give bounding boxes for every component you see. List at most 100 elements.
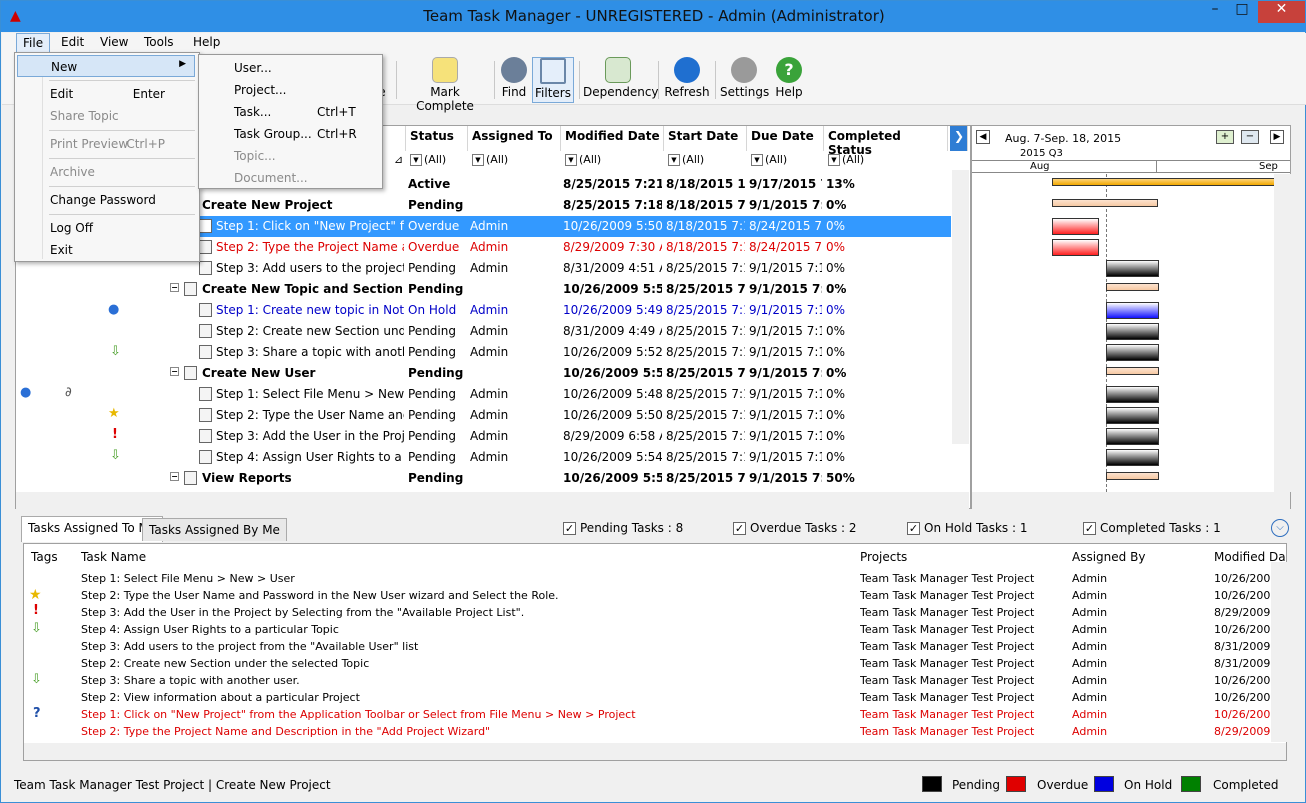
grid-header-start-date[interactable]: Start Date: [664, 126, 747, 151]
completed-tasks-check[interactable]: ✓ Completed Tasks : 1: [1083, 521, 1221, 535]
status-filter[interactable]: ▼ (All): [408, 153, 446, 171]
menu-exit[interactable]: Exit: [37, 239, 195, 261]
grid-header-status[interactable]: Status: [406, 126, 468, 151]
modified-filter[interactable]: ▼ (All): [563, 153, 601, 171]
zoom-in-icon[interactable]: +: [1216, 130, 1234, 144]
submenu-task[interactable]: Task... Ctrl+T: [234, 105, 378, 127]
gantt-vertical-scrollbar[interactable]: [1274, 174, 1291, 492]
table-row[interactable]: − View Reports Pending 10/26/2009 5:53 8/25/…: [16, 468, 951, 489]
gantt-bar[interactable]: [1106, 344, 1159, 361]
list-vertical-scrollbar[interactable]: [1271, 562, 1288, 742]
gantt-bar[interactable]: [1106, 472, 1159, 480]
grid-header-completed-status[interactable]: Completed Status: [824, 126, 948, 157]
grid-header-assigned-to[interactable]: Assigned To: [468, 126, 561, 151]
refresh-button[interactable]: Refresh: [664, 57, 710, 103]
list-item[interactable]: Step 1: Click on "New Project" from the …: [24, 706, 1272, 723]
name-filter-icon[interactable]: ⊿: [392, 153, 403, 171]
table-row[interactable]: Step 4: Assign User Rights to a particu P…: [16, 447, 951, 468]
binoculars-icon: [501, 57, 527, 83]
completed-filter[interactable]: ▼ (All): [826, 153, 864, 171]
list-header-task-name[interactable]: Task Name: [81, 550, 146, 564]
list-item[interactable]: Step 2: Create new Section under the sel…: [24, 655, 1272, 672]
gantt-bar[interactable]: [1052, 178, 1280, 186]
table-row[interactable]: − Create New Topic and Section Pending 10/2…: [16, 279, 951, 300]
menu-change-password[interactable]: Change Password: [37, 189, 195, 211]
table-row[interactable]: Step 1: Select File Menu > New > Use Pend…: [16, 384, 951, 405]
gantt-bar[interactable]: [1106, 449, 1159, 466]
table-row[interactable]: Step 2: Type the User Name and Pass Pendi…: [16, 405, 951, 426]
gantt-bar[interactable]: [1052, 218, 1099, 235]
list-item[interactable]: Step 3: Add the User in the Project by S…: [24, 604, 1272, 621]
help-button[interactable]: ? Help: [772, 57, 806, 103]
collapse-toggle-icon[interactable]: −: [170, 472, 179, 481]
collapse-toggle-icon[interactable]: −: [170, 283, 179, 292]
gantt-bar[interactable]: [1106, 323, 1159, 340]
dependency-button[interactable]: Dependency: [583, 57, 659, 103]
assigned-tasks-list[interactable]: Tags Task Name Projects Assigned By Modi…: [23, 543, 1288, 761]
due-filter[interactable]: ▼ (All): [749, 153, 787, 171]
list-item[interactable]: Step 2: Type the User Name and Password …: [24, 587, 1272, 604]
minimize-button[interactable]: –: [1200, 1, 1230, 23]
tab-assigned-by-me[interactable]: Tasks Assigned By Me: [142, 518, 287, 541]
start-filter[interactable]: ▼ (All): [666, 153, 704, 171]
gantt-bar[interactable]: [1106, 260, 1159, 277]
menu-help[interactable]: Help: [187, 35, 226, 49]
menu-tools[interactable]: Tools: [138, 35, 180, 49]
grid-vertical-scrollbar[interactable]: [952, 170, 969, 444]
overdue-tasks-check[interactable]: ✓ Overdue Tasks : 2: [733, 521, 857, 535]
onhold-tasks-check[interactable]: ✓ On Hold Tasks : 1: [907, 521, 1027, 535]
gantt-bar[interactable]: [1106, 302, 1159, 319]
list-item[interactable]: Step 3: Share a topic with another user.…: [24, 672, 1272, 689]
table-row[interactable]: Step 3: Share a topic with another use Pe…: [16, 342, 951, 363]
table-row[interactable]: − Create New User Pending 10/26/2009 5:50 8/…: [16, 363, 951, 384]
zoom-out-icon[interactable]: −: [1241, 130, 1259, 144]
gantt-prev-icon[interactable]: ◀: [976, 130, 990, 144]
table-row[interactable]: Step 3: Add the User in the Project by Pe…: [16, 426, 951, 447]
list-horizontal-scrollbar[interactable]: [24, 743, 1286, 760]
gantt-next-icon[interactable]: ▶: [1270, 130, 1284, 144]
gantt-horizontal-scrollbar[interactable]: [972, 492, 1290, 509]
list-header-assigned-by[interactable]: Assigned By: [1072, 550, 1145, 564]
assigned-filter[interactable]: ▼ (All): [470, 153, 508, 171]
menu-edit[interactable]: Edit: [55, 35, 90, 49]
gantt-chart[interactable]: ◀ Aug. 7-Sep. 18, 2015 + − ▶ 2015 Q3 Aug…: [971, 125, 1291, 509]
menu-new[interactable]: New ▶: [17, 55, 195, 77]
settings-button[interactable]: Settings: [720, 57, 769, 103]
list-item[interactable]: Step 2: Type the Project Name and Descri…: [24, 723, 1272, 740]
list-item[interactable]: Step 2: View information about a particu…: [24, 689, 1272, 706]
table-row[interactable]: Step 1: Create new topic in Note Tab. On …: [16, 300, 951, 321]
title-bar[interactable]: ▲ Team Task Manager - UNREGISTERED - Adm…: [1, 1, 1306, 32]
gantt-bar[interactable]: [1052, 199, 1158, 207]
gantt-bar[interactable]: [1052, 239, 1099, 256]
list-header-tags[interactable]: Tags: [31, 550, 58, 564]
submenu-task-group[interactable]: Task Group... Ctrl+R: [234, 127, 378, 149]
list-item[interactable]: Step 4: Assign User Rights to a particul…: [24, 621, 1272, 638]
grid-header-modified-date[interactable]: Modified Date: [561, 126, 664, 151]
gantt-bar[interactable]: [1106, 367, 1159, 375]
submenu-project[interactable]: Project...: [234, 83, 378, 105]
collapse-toggle-icon[interactable]: −: [170, 367, 179, 376]
collapse-panel-icon[interactable]: ⌵: [1271, 519, 1289, 537]
pending-tasks-check[interactable]: ✓ Pending Tasks : 8: [563, 521, 683, 535]
list-item[interactable]: Step 1: Select File Menu > New > User Tea…: [24, 570, 1272, 587]
list-header-projects[interactable]: Projects: [860, 550, 907, 564]
submenu-user[interactable]: User...: [234, 61, 378, 83]
menu-view[interactable]: View: [94, 35, 134, 49]
gantt-bar[interactable]: [1106, 407, 1159, 424]
filters-button[interactable]: Filters: [532, 57, 574, 103]
grid-horizontal-scrollbar[interactable]: [16, 492, 969, 509]
list-item[interactable]: Step 3: Add users to the project from th…: [24, 638, 1272, 655]
table-row[interactable]: Step 2: Create new Section under the Pend…: [16, 321, 951, 342]
mark-complete-button[interactable]: Mark Complete: [400, 57, 490, 113]
find-button[interactable]: Find: [498, 57, 530, 103]
menu-edit-item[interactable]: Edit Enter: [37, 83, 195, 105]
grid-header-due-date[interactable]: Due Date: [747, 126, 824, 151]
menu-file[interactable]: File: [16, 33, 51, 54]
menu-log-off[interactable]: Log Off: [37, 217, 195, 239]
gantt-bar[interactable]: [1106, 428, 1159, 445]
gantt-bar[interactable]: [1106, 386, 1159, 403]
maximize-button[interactable]: □: [1227, 1, 1257, 23]
close-button[interactable]: ✕: [1258, 1, 1305, 23]
grid-scroll-right-icon[interactable]: ❯: [950, 126, 968, 151]
gantt-bar[interactable]: [1106, 283, 1159, 291]
